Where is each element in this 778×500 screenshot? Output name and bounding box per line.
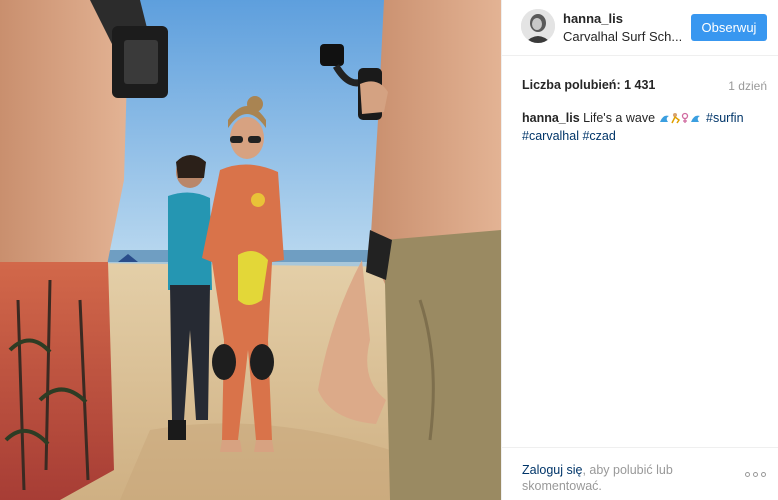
beach-photo-illustration: [0, 0, 501, 500]
login-link[interactable]: Zaloguj się: [522, 463, 582, 477]
post-photo: [0, 0, 501, 500]
hashtag-surfin[interactable]: #surfin: [706, 111, 744, 125]
post-footer: Zaloguj się, aby polubić lub skomentować…: [502, 447, 778, 500]
post-sidebar: hanna_lis Carvalhal Surf Sch... Obserwuj…: [501, 0, 778, 500]
caption-username[interactable]: hanna_lis: [522, 111, 580, 125]
post-location[interactable]: Carvalhal Surf Sch...: [563, 29, 681, 44]
avatar[interactable]: [521, 9, 555, 43]
wave-surfer-emoji-icons: [659, 112, 703, 128]
follow-button[interactable]: Obserwuj: [691, 14, 767, 41]
likes-count[interactable]: Liczba polubień: 1 431: [522, 78, 655, 92]
caption-text: Life's a wave: [583, 111, 656, 125]
hashtag-carvalhal[interactable]: #carvalhal: [522, 129, 579, 143]
avatar-image: [521, 9, 555, 43]
hashtag-czad[interactable]: #czad: [582, 129, 615, 143]
post-header: hanna_lis Carvalhal Surf Sch... Obserwuj: [502, 0, 778, 56]
post-username[interactable]: hanna_lis: [563, 11, 623, 26]
likes-row: Liczba polubień: 1 431 1 dzień: [522, 78, 767, 96]
login-prompt: Zaloguj się, aby polubić lub skomentować…: [522, 462, 722, 494]
more-options-icon[interactable]: [745, 468, 769, 480]
post-age[interactable]: 1 dzień: [728, 79, 767, 93]
post-caption: hanna_lis Life's a wave #surfin #carvalh…: [522, 110, 767, 144]
